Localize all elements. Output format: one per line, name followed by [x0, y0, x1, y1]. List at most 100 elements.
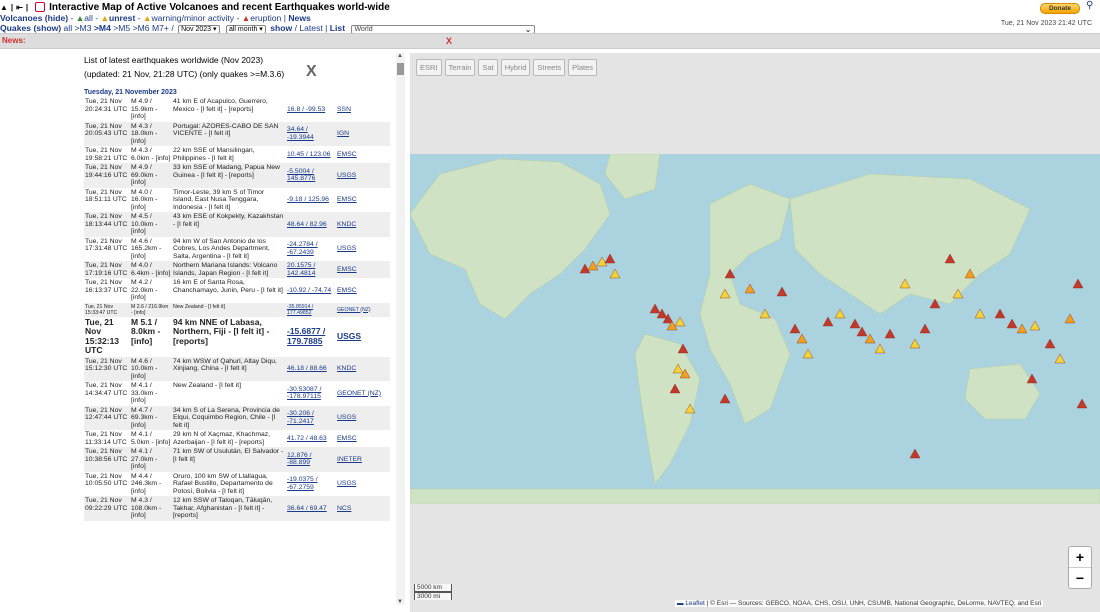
- quake-location[interactable]: 74 km WSW of Qahurl, Altay Diqu, Xinjian…: [172, 356, 286, 381]
- quake-source[interactable]: GEONET (NZ): [336, 302, 390, 317]
- quake-coordinates[interactable]: -24.2784 / -67.2439: [286, 237, 336, 262]
- q-m6[interactable]: >M6: [133, 23, 150, 33]
- quake-source[interactable]: USGS: [336, 317, 390, 357]
- quake-coordinates[interactable]: 16.8 / -99.53: [286, 97, 336, 122]
- quake-source[interactable]: EMSC: [336, 146, 390, 163]
- quake-location[interactable]: 71 km SW of Usulután, El Salvador - [I f…: [172, 447, 286, 472]
- scroll-down-icon[interactable]: ▼: [397, 599, 403, 605]
- table-row[interactable]: Tue, 21 Nov 15:12:30 UTC M 4.6 / 10.0km -…: [84, 356, 390, 381]
- quake-location[interactable]: 29 km N of Xaçmaz, Khachmaz, Azerbaijan …: [172, 430, 286, 447]
- map-layer-sat-button[interactable]: Sat: [478, 59, 498, 76]
- quake-source[interactable]: USGS: [336, 472, 390, 497]
- table-row[interactable]: Tue, 21 Nov 18:51:11 UTC M 4.0 / 16.0km -…: [84, 188, 390, 213]
- quake-source[interactable]: KNDC: [336, 356, 390, 381]
- filter-all[interactable]: all: [84, 13, 93, 23]
- map-layer-hybrid-button[interactable]: Hybrid: [500, 59, 531, 76]
- quake-location[interactable]: 94 km NNE of Labasa, Northern, Fiji - [I…: [172, 317, 286, 357]
- table-row[interactable]: Tue, 21 Nov 19:44:16 UTC M 4.9 / 69.0km -…: [84, 163, 390, 188]
- table-row[interactable]: Tue, 21 Nov 20:05:43 UTC M 4.3 / 18.0km -…: [84, 121, 390, 146]
- quake-coordinates[interactable]: -30.53087 / -178.97115: [286, 381, 336, 406]
- quake-coordinates[interactable]: -30.206 / -71.2417: [286, 405, 336, 430]
- quake-location[interactable]: New Zealand - [I felt it]: [172, 302, 286, 317]
- quake-magnitude[interactable]: M 4.3 / 6.0km - [info]: [130, 146, 172, 163]
- quake-magnitude[interactable]: M 4.3 / 108.0km - [info]: [130, 496, 172, 521]
- quake-coordinates[interactable]: 36.64 / 69.47: [286, 496, 336, 521]
- quake-coordinates[interactable]: 10.45 / 123.06: [286, 146, 336, 163]
- quake-coordinates[interactable]: -35.85914 / 177.49852: [286, 302, 336, 317]
- table-row[interactable]: Tue, 21 Nov 19:58:21 UTC M 4.3 / 6.0km - …: [84, 146, 390, 163]
- show-button[interactable]: show: [270, 23, 292, 33]
- quake-location[interactable]: Oruro, 100 km SW of Llallagua, Rafael Bu…: [172, 472, 286, 497]
- map-layer-plates-button[interactable]: Plates: [568, 59, 598, 76]
- quake-location[interactable]: 43 km ESE of Kokpekty, Kazakhstan - [I f…: [172, 212, 286, 237]
- list-close-button[interactable]: X: [306, 63, 317, 81]
- table-row[interactable]: Tue, 21 Nov 16:13:37 UTC M 4.2 / 22.0km -…: [84, 278, 390, 303]
- leaflet-link[interactable]: ▬ Leaflet: [677, 600, 705, 607]
- quake-coordinates[interactable]: 34.64 / -19.3944: [286, 121, 336, 146]
- quake-magnitude[interactable]: M 4.6 / 10.0km - [info]: [130, 356, 172, 381]
- quake-source[interactable]: EMSC: [336, 278, 390, 303]
- quake-coordinates[interactable]: -15.6877 / 179.7885: [286, 317, 336, 357]
- zoom-in-button[interactable]: +: [1069, 547, 1091, 567]
- quake-location[interactable]: Timor-Leste, 39 km S of Timor Island, Ea…: [172, 188, 286, 213]
- quake-magnitude[interactable]: M 2.6 / 216.9km - [info]: [130, 302, 172, 317]
- table-row[interactable]: Tue, 21 Nov 09:22:29 UTC M 4.3 / 108.0km …: [84, 496, 390, 521]
- quake-source[interactable]: USGS: [336, 405, 390, 430]
- filter-eruption[interactable]: eruption: [250, 13, 281, 23]
- quake-location[interactable]: 33 km SSE of Madang, Papua New Guinea - …: [172, 163, 286, 188]
- table-row[interactable]: Tue, 21 Nov 17:31:48 UTC M 4.6 / 165.2km …: [84, 237, 390, 262]
- quake-source[interactable]: USGS: [336, 163, 390, 188]
- quake-coordinates[interactable]: 41.72 / 48.63: [286, 430, 336, 447]
- q-m3[interactable]: >M3: [75, 23, 92, 33]
- search-icon[interactable]: ⚲: [1086, 0, 1093, 11]
- quake-magnitude[interactable]: M 4.1 / 27.0km - [info]: [130, 447, 172, 472]
- quake-magnitude[interactable]: M 4.2 / 22.0km - [info]: [130, 278, 172, 303]
- quake-source[interactable]: EMSC: [336, 430, 390, 447]
- table-row[interactable]: Tue, 21 Nov 18:13:44 UTC M 4.5 / 10.0km -…: [84, 212, 390, 237]
- news-close-button[interactable]: X: [446, 36, 452, 46]
- back-icon[interactable]: ⇤: [16, 3, 23, 12]
- zoom-out-button[interactable]: −: [1069, 567, 1091, 588]
- quake-source[interactable]: GEONET (NZ): [336, 381, 390, 406]
- quake-magnitude[interactable]: M 4.9 / 69.0km - [info]: [130, 163, 172, 188]
- quake-magnitude[interactable]: M 4.3 / 18.0km - [info]: [130, 121, 172, 146]
- quake-coordinates[interactable]: -10.92 / -74.74: [286, 278, 336, 303]
- quake-magnitude[interactable]: M 4.1 / 5.0km - [info]: [130, 430, 172, 447]
- quake-coordinates[interactable]: 46.18 / 88.66: [286, 356, 336, 381]
- quake-location[interactable]: 94 km W of San Antonio de los Cobres, Lo…: [172, 237, 286, 262]
- quake-coordinates[interactable]: 20.1575 / 142.4814: [286, 261, 336, 278]
- map-layer-esri-button[interactable]: ESRI: [416, 59, 442, 76]
- quake-magnitude[interactable]: M 5.1 / 8.0km - [info]: [130, 317, 172, 357]
- volcanoes-toggle[interactable]: Volcanoes (hide): [0, 13, 68, 23]
- quake-coordinates[interactable]: 12.876 / -88.899: [286, 447, 336, 472]
- filter-warning[interactable]: warning/minor activity: [151, 13, 234, 23]
- quake-location[interactable]: 16 km E of Santa Rosa, Chanchamayo, Juni…: [172, 278, 286, 303]
- quake-magnitude[interactable]: M 4.5 / 10.0km - [info]: [130, 212, 172, 237]
- quake-location[interactable]: Portugal: AZORES-CABO DE SAN VICENTE - […: [172, 121, 286, 146]
- quake-source[interactable]: EMSC: [336, 188, 390, 213]
- quake-location[interactable]: 41 km E of Acapulco, Guerrero, Mexico - …: [172, 97, 286, 122]
- quake-location[interactable]: 22 km SSE of Mansilingan, Philippines - …: [172, 146, 286, 163]
- list-link[interactable]: List: [330, 23, 345, 33]
- quake-magnitude[interactable]: M 4.4 / 246.3km - [info]: [130, 472, 172, 497]
- table-row[interactable]: Tue, 21 Nov 15:33:47 UTC M 2.6 / 216.9km …: [84, 302, 390, 317]
- table-row[interactable]: Tue, 21 Nov 14:34:47 UTC M 4.1 / 33.0km -…: [84, 381, 390, 406]
- quake-location[interactable]: New Zealand - [I felt it]: [172, 381, 286, 406]
- quake-coordinates[interactable]: -5.5004 / 145.8776: [286, 163, 336, 188]
- quake-location[interactable]: Northern Mariana Islands: Volcano Island…: [172, 261, 286, 278]
- scroll-up-icon[interactable]: ▲: [397, 53, 403, 59]
- donate-button[interactable]: Donate: [1040, 3, 1080, 14]
- q-m7[interactable]: M7+: [152, 23, 169, 33]
- list-scrollbar[interactable]: ▲ ▼: [396, 53, 405, 605]
- quake-magnitude[interactable]: M 4.6 / 165.2km - [info]: [130, 237, 172, 262]
- map-layer-streets-button[interactable]: Streets: [533, 59, 566, 76]
- scroll-thumb[interactable]: [397, 63, 404, 75]
- table-row[interactable]: Tue, 21 Nov 10:38:56 UTC M 4.1 / 27.0km -…: [84, 447, 390, 472]
- quake-magnitude[interactable]: M 4.0 / 6.4km - [info]: [130, 261, 172, 278]
- table-row[interactable]: Tue, 21 Nov 20:24:31 UTC M 4.9 / 15.9km -…: [84, 97, 390, 122]
- quake-coordinates[interactable]: -9.18 / 125.96: [286, 188, 336, 213]
- quake-source[interactable]: IGN: [336, 121, 390, 146]
- quake-location[interactable]: 34 km S of La Serena, Provincia de Elqui…: [172, 405, 286, 430]
- quake-location[interactable]: 12 km SSW of Taloqan, Tāluqān, Takhar, A…: [172, 496, 286, 521]
- quake-coordinates[interactable]: -19.0375 / -67.2759: [286, 472, 336, 497]
